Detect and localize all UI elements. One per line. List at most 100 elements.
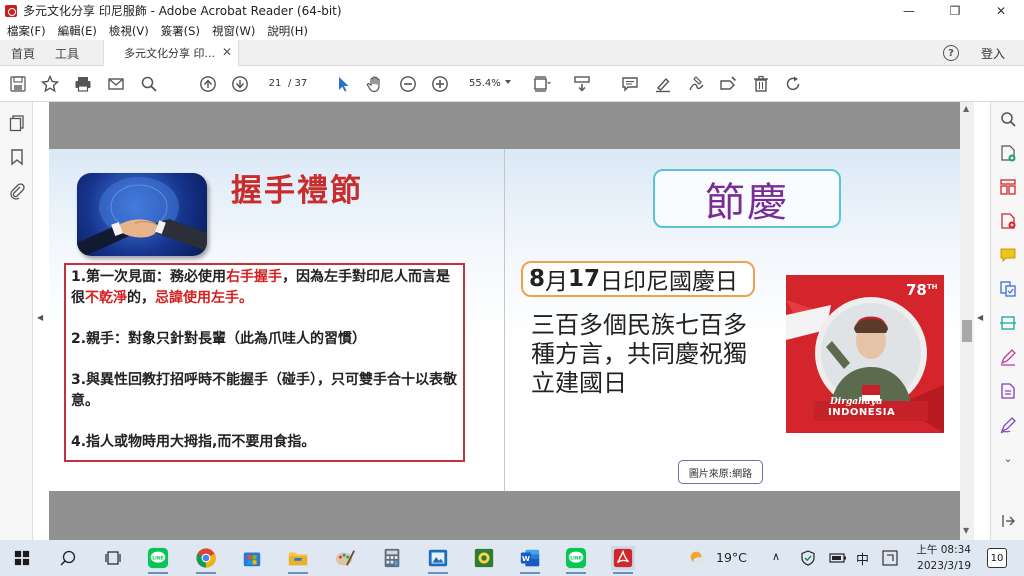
bookmarks-icon[interactable] xyxy=(8,148,26,166)
maximize-button[interactable]: ❐ xyxy=(932,0,978,21)
chrome-icon[interactable] xyxy=(194,546,218,574)
fill-sign-icon[interactable] xyxy=(718,74,738,94)
rule-1-end: 。 xyxy=(239,290,253,306)
menu-sign[interactable]: 簽署(S) xyxy=(161,23,200,39)
minimize-button[interactable]: — xyxy=(886,0,932,21)
search-tool-icon[interactable] xyxy=(999,110,1017,128)
notification-center-icon[interactable]: 10 xyxy=(987,548,1007,568)
bookmark-star-icon[interactable] xyxy=(40,74,60,94)
national-day-month-char: 月 xyxy=(545,269,569,295)
page-number-input[interactable]: 21 xyxy=(263,75,287,93)
scan-ocr-icon[interactable] xyxy=(999,314,1017,332)
vertical-scrollbar[interactable]: ▲ ▼ xyxy=(960,102,974,540)
fit-page-icon[interactable] xyxy=(532,74,552,94)
document-view[interactable]: 握手禮節 1.第一次見面：務必使用右手握手，因為左手對印尼人而言是很不乾淨的，忌… xyxy=(49,102,960,540)
next-page-icon[interactable] xyxy=(230,74,250,94)
create-pdf-icon[interactable] xyxy=(999,144,1017,162)
close-window-button[interactable]: ✕ xyxy=(978,0,1024,21)
page-thumbnails-icon[interactable] xyxy=(8,114,26,132)
windows-start-icon[interactable] xyxy=(10,546,34,570)
organize-pages-icon[interactable] xyxy=(999,178,1017,196)
help-icon[interactable]: ? xyxy=(943,45,959,61)
weather-sun-icon[interactable] xyxy=(686,546,710,570)
tab-tools[interactable]: 工具 xyxy=(55,45,79,62)
menu-edit[interactable]: 編輯(E) xyxy=(58,23,97,39)
menu-view[interactable]: 檢視(V) xyxy=(109,23,149,39)
green-app-icon[interactable] xyxy=(472,546,496,570)
fill-and-sign-icon[interactable] xyxy=(999,416,1017,434)
word-icon[interactable]: W xyxy=(518,546,542,574)
delete-icon[interactable] xyxy=(751,74,771,94)
task-view-icon[interactable] xyxy=(101,546,125,570)
battery-icon[interactable] xyxy=(829,552,847,564)
zoom-out-icon[interactable] xyxy=(398,74,418,94)
line-app-icon[interactable]: LINE xyxy=(146,546,170,574)
scroll-thumb[interactable] xyxy=(962,320,972,342)
toolbar: 21 / 37 55.4% xyxy=(0,66,1024,102)
zoom-level-dropdown[interactable]: 55.4% xyxy=(460,75,516,93)
select-cursor-icon[interactable] xyxy=(333,74,353,94)
line-app-2-running-indicator xyxy=(566,572,586,574)
photos-app-icon[interactable] xyxy=(426,546,450,574)
combine-files-icon[interactable] xyxy=(999,280,1017,298)
rule-1-highlight-taboo: 忌諱使用左手 xyxy=(155,290,239,306)
attachments-icon[interactable] xyxy=(8,182,26,200)
taskbar-search-icon[interactable] xyxy=(56,546,80,570)
calculator-icon[interactable] xyxy=(380,546,404,570)
file-explorer-icon[interactable] xyxy=(286,546,310,574)
chrome-running-indicator xyxy=(196,572,216,574)
hand-tool-icon[interactable] xyxy=(365,74,385,94)
collapse-right-pane-icon[interactable]: ◀ xyxy=(977,313,983,322)
email-icon[interactable] xyxy=(106,74,126,94)
tab-home[interactable]: 首頁 xyxy=(11,45,35,62)
collapse-tools-icon[interactable] xyxy=(999,512,1017,530)
security-shield-icon[interactable] xyxy=(800,550,816,566)
previous-page-icon[interactable] xyxy=(198,74,218,94)
independence-day-poster: 78TH Dirgahayu INDONESIA xyxy=(786,275,944,433)
input-method-indicator[interactable]: 中 xyxy=(856,549,869,568)
scroll-up-icon[interactable]: ▲ xyxy=(963,104,969,113)
paint-app-icon[interactable] xyxy=(333,546,357,570)
highlight-pen-icon[interactable] xyxy=(653,74,673,94)
weather-temperature[interactable]: 19°C xyxy=(716,550,747,565)
line-app-icon-2[interactable]: LINE xyxy=(564,546,588,574)
tab-close-icon[interactable]: ✕ xyxy=(222,45,232,59)
protect-pdf-icon[interactable] xyxy=(999,382,1017,400)
search-icon[interactable] xyxy=(139,74,159,94)
rotate-icon[interactable] xyxy=(783,74,803,94)
comment-icon[interactable] xyxy=(620,74,640,94)
rule-2: 2.親手：對象只針對長輩（此為爪哇人的習慣） xyxy=(71,331,367,347)
acrobat-window: 多元文化分享 印尼服飾 - Adobe Acrobat Reader (64-b… xyxy=(0,0,1024,576)
collapse-left-pane-icon[interactable]: ◀ xyxy=(37,313,43,322)
save-icon[interactable] xyxy=(8,74,28,94)
national-day-label: 8 月 17 日印尼國慶日 xyxy=(521,261,755,297)
tab-document[interactable]: 多元文化分享 印... ✕ xyxy=(103,40,239,66)
zoom-in-icon[interactable] xyxy=(430,74,450,94)
tray-chevron-up-icon[interactable]: ∧ xyxy=(772,550,780,563)
export-pdf-icon[interactable] xyxy=(999,212,1017,230)
system-clock[interactable]: 上午 08:34 2023/3/19 xyxy=(913,542,971,574)
slide-festival: 節慶 8月17日印尼國慶日 三百多個民族七百多種方言，共同慶祝獨立建國日 xyxy=(505,149,960,491)
comment-tool-icon[interactable] xyxy=(999,246,1017,264)
signin-button[interactable]: 登入 xyxy=(981,45,1005,62)
scroll-mode-icon[interactable] xyxy=(572,74,592,94)
clock-date: 2023/3/19 xyxy=(917,560,971,572)
more-tools-chevron-icon[interactable]: ⌄ xyxy=(999,452,1017,470)
edit-pdf-icon[interactable] xyxy=(999,348,1017,366)
menu-help[interactable]: 說明(H) xyxy=(267,23,308,39)
rule-4: 4.指人或物時用大拇指,而不要用食指。 xyxy=(71,434,316,450)
draw-sign-icon[interactable] xyxy=(686,74,706,94)
input-mode-icon[interactable] xyxy=(882,550,898,566)
print-icon[interactable] xyxy=(73,74,93,94)
tab-document-label: 多元文化分享 印... xyxy=(124,47,215,60)
poster-script-text: Dirgahayu xyxy=(830,397,883,407)
menu-file[interactable]: 檔案(F) xyxy=(7,23,46,39)
window-controls: — ❐ ✕ xyxy=(886,0,1024,21)
acrobat-taskbar-icon[interactable] xyxy=(611,546,635,574)
scroll-down-icon[interactable]: ▼ xyxy=(963,526,969,535)
microsoft-store-icon[interactable] xyxy=(240,546,264,570)
handshake-image xyxy=(77,173,207,256)
acrobat-app-icon xyxy=(5,4,17,17)
menu-window[interactable]: 視窗(W) xyxy=(212,23,255,39)
line-app-running-indicator xyxy=(148,572,168,574)
